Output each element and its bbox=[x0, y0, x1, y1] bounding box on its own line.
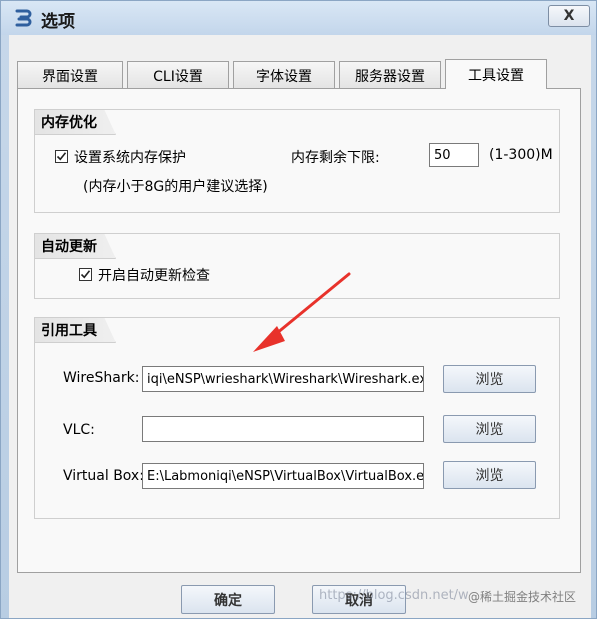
memory-group: 内存优化 设置系统内存保护 (内存小于8G的用户建议选择) 内存剩余下限: 50… bbox=[34, 109, 560, 213]
tab-bar: 界面设置 CLI设置 字体设置 服务器设置 工具设置 bbox=[17, 59, 551, 89]
auto-update-group-title: 自动更新 bbox=[34, 233, 116, 259]
checkmark-icon bbox=[56, 152, 67, 161]
vlc-browse-button[interactable]: 浏览 bbox=[443, 415, 536, 443]
tools-group: 引用工具 WireShark: iqi\eNSP\wrieshark\Wires… bbox=[34, 317, 560, 519]
memory-range-label: (1-300)M bbox=[489, 147, 553, 163]
wireshark-label: WireShark: bbox=[63, 370, 140, 386]
vlc-label: VLC: bbox=[63, 422, 95, 438]
virtualbox-path-input[interactable]: E:\Labmoniqi\eNSP\VirtualBox\VirtualBox.… bbox=[142, 463, 424, 489]
ok-button[interactable]: 确定 bbox=[181, 585, 275, 614]
checkmark-icon bbox=[80, 270, 91, 279]
tab-tools[interactable]: 工具设置 bbox=[445, 59, 547, 89]
auto-update-checkbox[interactable] bbox=[79, 268, 92, 281]
auto-update-label: 开启自动更新检查 bbox=[98, 268, 210, 284]
memory-group-title: 内存优化 bbox=[34, 109, 116, 135]
tools-settings-panel: 内存优化 设置系统内存保护 (内存小于8G的用户建议选择) 内存剩余下限: 50… bbox=[17, 88, 581, 573]
tab-interface[interactable]: 界面设置 bbox=[17, 61, 123, 89]
tab-cli[interactable]: CLI设置 bbox=[127, 61, 229, 89]
virtualbox-label: Virtual Box: bbox=[63, 468, 144, 484]
tools-group-title: 引用工具 bbox=[34, 317, 116, 343]
window-title: 选项 bbox=[41, 12, 75, 32]
options-dialog: 选项 X 界面设置 CLI设置 字体设置 服务器设置 工具设置 内存优化 设置系… bbox=[0, 0, 597, 619]
app-logo-icon bbox=[15, 9, 32, 27]
memory-hint: (内存小于8G的用户建议选择) bbox=[83, 179, 268, 195]
vlc-path-input[interactable] bbox=[142, 416, 424, 442]
memory-protect-label: 设置系统内存保护 bbox=[74, 150, 186, 166]
memory-lower-limit-label: 内存剩余下限: bbox=[291, 150, 380, 166]
wireshark-path-input[interactable]: iqi\eNSP\wrieshark\Wireshark\Wireshark.e… bbox=[142, 366, 424, 392]
watermark-brand: @稀土掘金技术社区 bbox=[468, 590, 577, 604]
memory-protect-checkbox[interactable] bbox=[55, 150, 68, 163]
tab-font[interactable]: 字体设置 bbox=[233, 61, 335, 89]
title-bar[interactable]: 选项 X bbox=[1, 1, 596, 35]
auto-update-group: 自动更新 开启自动更新检查 bbox=[34, 233, 560, 299]
watermark-url: https://blog.csdn.net/w bbox=[319, 588, 469, 603]
close-button[interactable]: X bbox=[548, 5, 590, 27]
virtualbox-browse-button[interactable]: 浏览 bbox=[443, 461, 536, 489]
tab-server[interactable]: 服务器设置 bbox=[339, 61, 441, 89]
wireshark-browse-button[interactable]: 浏览 bbox=[443, 365, 536, 393]
dialog-client-area: 界面设置 CLI设置 字体设置 服务器设置 工具设置 内存优化 设置系统内存保护… bbox=[9, 35, 591, 618]
memory-lower-limit-input[interactable]: 50 bbox=[429, 143, 479, 167]
